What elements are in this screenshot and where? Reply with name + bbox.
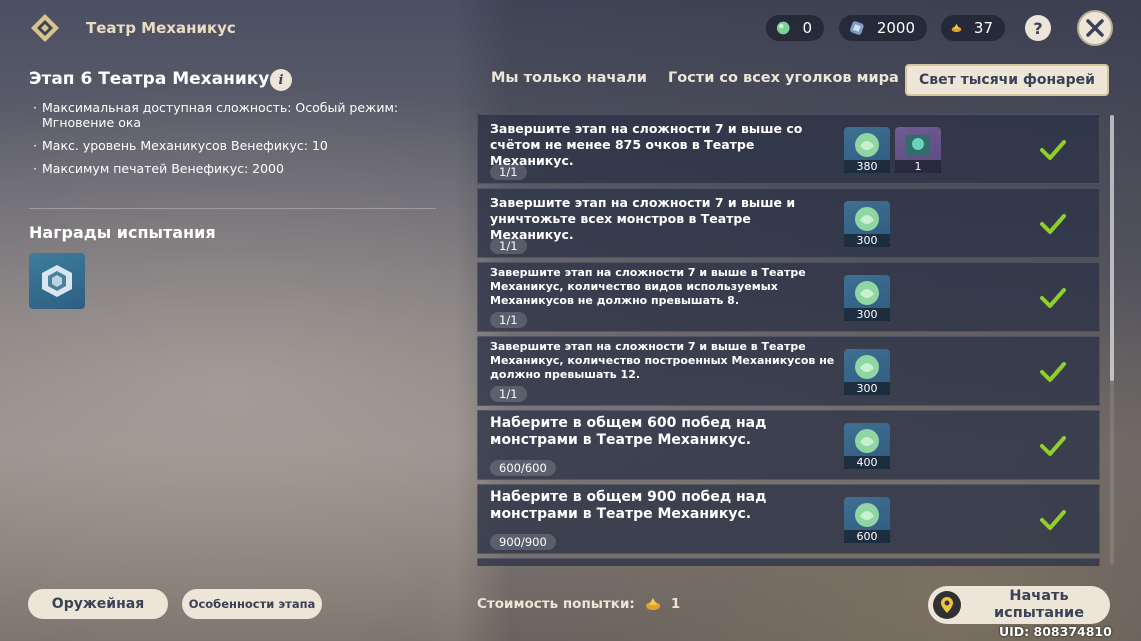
reward-quantity: 300: [844, 234, 890, 247]
green-gem-icon: [855, 355, 879, 379]
green-gem-icon: [855, 281, 879, 305]
reward-item-crystal-cube[interactable]: [29, 253, 85, 309]
fragile-resin-icon: [645, 598, 660, 610]
divider: [29, 208, 436, 209]
theater-logo-icon: [30, 13, 60, 43]
namecard-icon: [906, 135, 930, 155]
check-icon: [1040, 288, 1066, 308]
task-description: Завершите этап на сложности 7 и выше в Т…: [490, 340, 835, 381]
green-gem-icon: [855, 207, 879, 231]
currency-value: 37: [973, 19, 993, 37]
app-title: Театр Механикус: [86, 19, 236, 37]
task-list[interactable]: Завершите этап на сложности 7 и выше со …: [477, 114, 1100, 566]
rewards-title: Награды испытания: [29, 223, 216, 242]
stage-info-item: Максимальная доступная сложность: Особый…: [33, 100, 433, 130]
stage-title: Этап 6 Театра Механикус: [29, 69, 280, 89]
green-gem-icon: [855, 133, 879, 157]
task-reward[interactable]: 600: [844, 497, 890, 543]
task-description: Наберите в общем 900 побед над монстрами…: [490, 489, 767, 522]
help-button[interactable]: ?: [1025, 15, 1051, 41]
check-icon: [1040, 140, 1066, 160]
task-item: Завершите этап на сложности 7 и выше в Т…: [477, 262, 1100, 332]
green-gem-icon: [855, 429, 879, 453]
stage-info-item: Максимум печатей Венефикус: 2000: [33, 161, 433, 176]
location-pin-icon: [933, 591, 961, 619]
attempt-cost-value: 1: [670, 596, 681, 612]
task-description: Завершите этап на сложности 7 и выше в Т…: [490, 266, 806, 307]
currency-fragile-resin: 37: [941, 15, 1005, 41]
task-progress: 1/1: [490, 238, 527, 254]
close-icon: [1086, 19, 1104, 37]
stage-info-item: Макс. уровень Механикусов Венефикус: 10: [33, 138, 433, 153]
check-icon: [1040, 436, 1066, 456]
tab-thousand-lanterns[interactable]: Свет тысячи фонарей: [905, 64, 1109, 96]
close-button[interactable]: [1077, 10, 1113, 46]
attempt-cost-label: Стоимость попытки:: [477, 596, 635, 612]
check-icon: [1040, 510, 1066, 530]
check-icon: [1040, 214, 1066, 234]
check-icon: [1040, 362, 1066, 382]
armory-button[interactable]: Оружейная: [28, 589, 168, 619]
stage-features-button[interactable]: Особенности этапа: [182, 589, 322, 619]
mora-crystal-icon: [850, 21, 864, 35]
task-progress: 900/900: [490, 534, 556, 550]
scrollbar-thumb[interactable]: [1110, 115, 1114, 381]
reward-quantity: 380: [844, 160, 890, 173]
start-challenge-label: Начать испытание: [993, 588, 1085, 621]
task-description: Завершите этап на сложности 7 и выше со …: [490, 121, 803, 168]
reward-quantity: 1: [895, 160, 941, 173]
task-progress: 1/1: [490, 164, 527, 180]
task-item: Наберите в общем 600 побед над монстрами…: [477, 410, 1100, 480]
green-gem-icon: [776, 21, 790, 35]
task-reward[interactable]: 400: [844, 423, 890, 469]
task-item-partial: [477, 558, 1100, 566]
info-icon[interactable]: i: [270, 69, 292, 91]
tab-just-started[interactable]: Мы только начали: [491, 70, 647, 86]
task-progress: 1/1: [490, 386, 527, 402]
uid-label: UID: 808374810: [999, 624, 1112, 639]
reward-quantity: 400: [844, 456, 890, 469]
task-item: Завершите этап на сложности 7 и выше в Т…: [477, 336, 1100, 406]
task-reward[interactable]: 1: [895, 127, 941, 173]
reward-quantity: 600: [844, 530, 890, 543]
task-item: Завершите этап на сложности 7 и выше и у…: [477, 188, 1100, 258]
currency-value: 0: [802, 19, 812, 37]
crystal-cube-icon: [42, 265, 72, 297]
task-reward[interactable]: 300: [844, 201, 890, 247]
start-challenge-button[interactable]: Начать испытание: [928, 586, 1110, 624]
green-gem-icon: [855, 503, 879, 527]
task-reward[interactable]: 300: [844, 349, 890, 395]
task-item: Наберите в общем 900 побед над монстрами…: [477, 484, 1100, 554]
reward-quantity: 300: [844, 308, 890, 321]
task-reward[interactable]: 300: [844, 275, 890, 321]
task-progress: 1/1: [490, 312, 527, 328]
attempt-cost: Стоимость попытки: 1: [477, 596, 680, 612]
reward-quantity: 300: [844, 382, 890, 395]
task-description: Наберите в общем 600 побед над монстрами…: [490, 415, 767, 448]
task-reward[interactable]: 380: [844, 127, 890, 173]
fragile-resin-icon: [951, 23, 962, 33]
currency-green-gem: 0: [766, 15, 824, 41]
stage-info-list: Максимальная доступная сложность: Особый…: [33, 100, 433, 184]
task-description: Завершите этап на сложности 7 и выше и у…: [490, 195, 796, 242]
currency-mora-crystal: 2000: [839, 15, 927, 41]
task-progress: 600/600: [490, 460, 556, 476]
task-item: Завершите этап на сложности 7 и выше со …: [477, 114, 1100, 184]
currency-value: 2000: [876, 19, 915, 37]
tab-guests-from-everywhere[interactable]: Гости со всех уголков мира: [668, 70, 899, 86]
